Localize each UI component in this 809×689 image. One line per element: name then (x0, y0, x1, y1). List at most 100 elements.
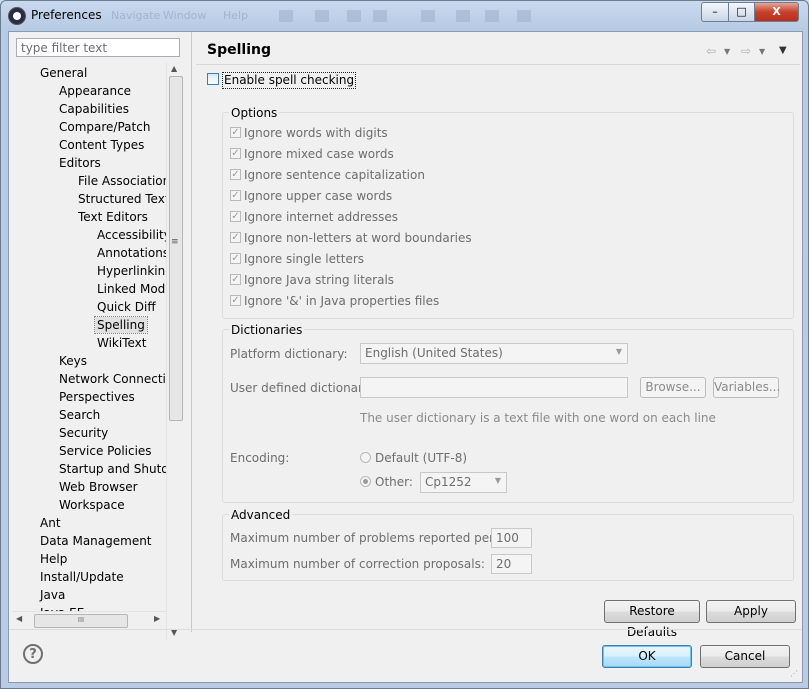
tree-item[interactable]: Startup and Shutdo (59, 461, 176, 477)
advanced-title: Advanced (229, 508, 293, 522)
tree-item[interactable]: Editors (59, 155, 101, 171)
encoding-default-radio[interactable]: Default (UTF-8) (360, 451, 467, 465)
option-checkbox[interactable]: ✓ Ignore mixed case words (230, 146, 394, 162)
footer-separator (9, 629, 802, 630)
option-label: Ignore sentence capitalization (244, 168, 425, 182)
chevron-down-icon: ▼ (494, 476, 501, 485)
tree-item[interactable]: Capabilities (59, 101, 129, 117)
tree-item[interactable]: Hyperlinking (97, 263, 173, 279)
option-checkbox[interactable]: ✓ Ignore Java string literals (230, 272, 394, 288)
restore-defaults-button[interactable]: Restore Defaults (604, 600, 700, 639)
enable-spell-checkbox[interactable] (207, 73, 219, 85)
maximize-button[interactable]: □ (728, 2, 755, 22)
option-checkbox[interactable]: ✓ Ignore sentence capitalization (230, 167, 425, 183)
tree-item[interactable]: Annotations (97, 245, 169, 261)
forward-icon[interactable]: ⇨ (741, 44, 751, 58)
option-checkbox[interactable]: ✓ Ignore '&' in Java properties files (230, 293, 439, 309)
checkbox-checked-icon: ✓ (230, 127, 241, 138)
tree-item[interactable]: WikiText (97, 335, 147, 351)
encoding-other-radio[interactable]: Other: (360, 475, 413, 489)
ghost-toolbar-icon (373, 10, 387, 22)
tree-item[interactable]: Web Browser (59, 479, 138, 495)
option-checkbox[interactable]: ✓ Ignore upper case words (230, 188, 392, 204)
page-title: Spelling (207, 42, 271, 58)
radio-selected-icon (360, 476, 371, 487)
back-menu-icon[interactable]: ▼ (724, 47, 730, 56)
tree-item[interactable]: Install/Update (40, 569, 124, 585)
option-label: Ignore words with digits (244, 126, 388, 140)
encoding-other-select[interactable]: Cp1252 ▼ (420, 472, 507, 493)
option-checkbox[interactable]: ✓ Ignore single letters (230, 251, 364, 267)
window-title: Preferences (31, 8, 102, 22)
browse-button[interactable]: Browse... (640, 377, 706, 398)
tree-item[interactable]: Content Types (59, 137, 144, 153)
tree-item[interactable]: General (40, 65, 87, 81)
tree-item[interactable]: Linked Mode (97, 281, 173, 297)
cancel-button[interactable]: Cancel (700, 645, 790, 668)
checkbox-checked-icon: ✓ (230, 148, 241, 159)
tree-item[interactable]: Keys (59, 353, 87, 369)
max-proposals-input[interactable]: 20 (491, 554, 532, 574)
ghost-toolbar-icon (456, 10, 470, 22)
tree-item[interactable]: Quick Diff (97, 299, 156, 315)
platform-dictionary-select[interactable]: English (United States) ▼ (360, 343, 628, 364)
eclipse-icon (8, 7, 26, 25)
ok-button[interactable]: OK (602, 645, 692, 668)
back-icon[interactable]: ⇦ (706, 44, 716, 58)
scroll-left-icon[interactable]: ◀ (16, 614, 22, 623)
scroll-thumb[interactable]: ≡ (169, 76, 183, 421)
radio-icon (360, 452, 371, 463)
minimize-button[interactable]: – (701, 2, 729, 22)
help-icon[interactable]: ? (23, 644, 43, 664)
tree-item[interactable]: Service Policies (59, 443, 152, 459)
close-button[interactable]: X (754, 2, 799, 22)
tree-item[interactable]: Ant (40, 515, 61, 531)
tree-item[interactable]: Java (40, 587, 65, 603)
hscroll-thumb[interactable]: III (34, 614, 128, 628)
tree-item[interactable]: Appearance (59, 83, 131, 99)
tree-item[interactable]: Compare/Patch (59, 119, 150, 135)
checkbox-checked-icon: ✓ (230, 295, 241, 306)
preference-tree[interactable]: General Appearance Capabilities Compare/Pat… (9, 62, 181, 640)
filter-input[interactable]: type filter text (16, 38, 180, 57)
encoding-label: Encoding: (230, 451, 290, 465)
ghost-toolbar-icon (485, 10, 499, 22)
ghost-toolbar-icon (315, 10, 329, 22)
tree-item[interactable]: Search (59, 407, 100, 423)
title-bar[interactable]: Preferences Navigate Window Help – □ X (1, 1, 808, 31)
resize-grip-icon[interactable]: ⋰ (790, 670, 800, 680)
tree-item[interactable]: Security (59, 425, 108, 441)
view-menu-icon[interactable]: ▼ (779, 45, 787, 56)
tree-item[interactable]: Data Management (40, 533, 152, 549)
ghost-toolbar-icon (517, 10, 531, 22)
option-checkbox[interactable]: ✓ Ignore internet addresses (230, 209, 398, 225)
tree-item[interactable]: Network Connection (59, 371, 181, 387)
checkbox-checked-icon: ✓ (230, 190, 241, 201)
tree-item[interactable]: File Associations (78, 173, 176, 189)
tree-vertical-scrollbar[interactable]: ▲ ≡ ▼ (166, 62, 184, 640)
tree-item[interactable]: Accessibility (97, 227, 171, 243)
checkbox-checked-icon: ✓ (230, 232, 241, 243)
chevron-down-icon: ▼ (615, 347, 622, 356)
forward-menu-icon[interactable]: ▼ (759, 47, 765, 56)
tree-item[interactable]: Text Editors (78, 209, 148, 225)
tree-item[interactable]: Help (40, 551, 67, 567)
scroll-right-icon[interactable]: ▶ (154, 614, 160, 623)
tree-horizontal-scrollbar[interactable]: ◀ III ▶ (12, 611, 166, 629)
ghost-toolbar-icon (347, 10, 361, 22)
variables-button[interactable]: Variables... (713, 377, 780, 398)
user-dictionary-input[interactable] (360, 377, 628, 398)
dictionaries-title: Dictionaries (229, 323, 305, 337)
tree-item[interactable]: Spelling (94, 316, 148, 334)
ghost-toolbar-icon (421, 10, 435, 22)
scroll-up-icon[interactable]: ▲ (171, 64, 177, 73)
option-checkbox[interactable]: ✓ Ignore words with digits (230, 125, 388, 141)
enable-spell-label[interactable]: Enable spell checking (222, 72, 357, 89)
tree-item[interactable]: Perspectives (59, 389, 135, 405)
apply-button[interactable]: Apply (706, 600, 796, 623)
tree-item[interactable]: Workspace (59, 497, 125, 513)
checkbox-checked-icon: ✓ (230, 169, 241, 180)
max-problems-input[interactable]: 100 (491, 528, 532, 548)
option-checkbox[interactable]: ✓ Ignore non-letters at word boundaries (230, 230, 472, 246)
panel-sash[interactable] (191, 32, 192, 632)
